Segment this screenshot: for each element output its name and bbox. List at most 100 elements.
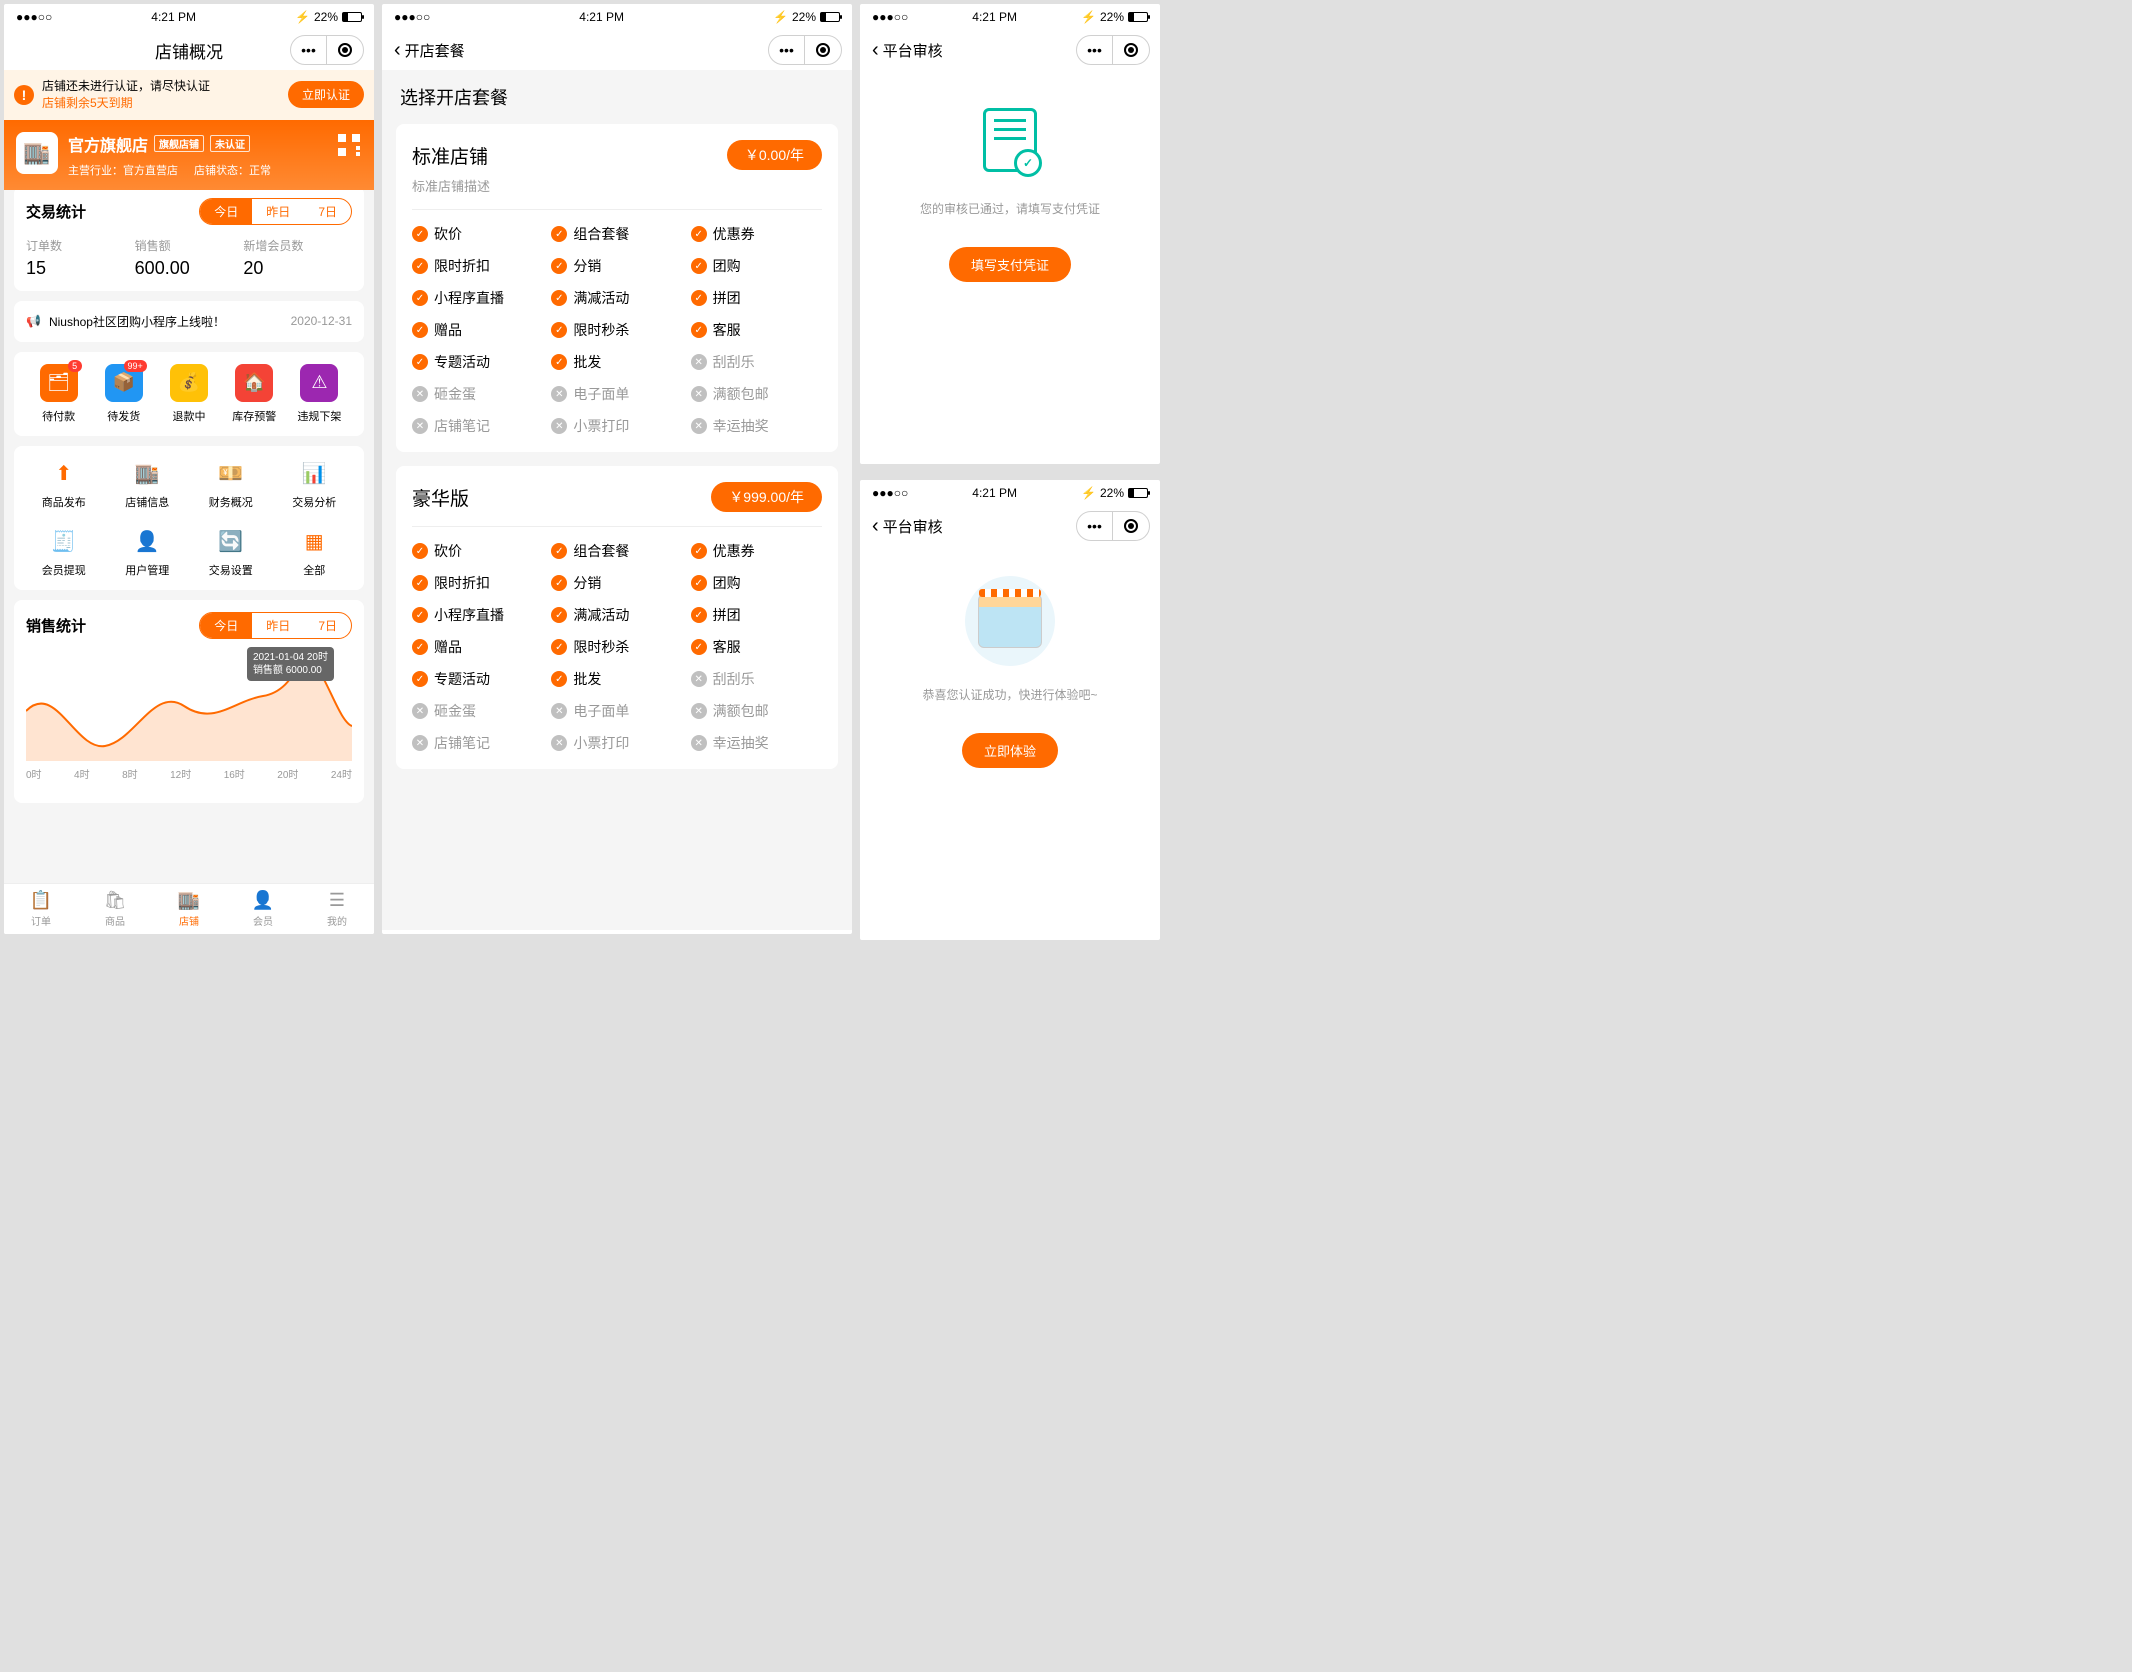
signal-icon: ●●●○○ [16, 10, 52, 24]
feature-item: ✓团购 [691, 573, 822, 593]
chart-period-segment[interactable]: 今日 昨日 7日 [199, 612, 352, 639]
tab-store[interactable]: 🏬店铺 [152, 884, 226, 934]
quick-label: 违规下架 [287, 408, 352, 424]
quick-item-pending-pay[interactable]: 🗂5待付款 [26, 364, 91, 424]
feature-item: ✕满额包邮 [691, 701, 822, 721]
menu-item-user-mgmt[interactable]: 👤用户管理 [110, 526, 186, 578]
close-icon[interactable] [1113, 36, 1149, 64]
feature-name: 刮刮乐 [713, 352, 755, 372]
check-icon: ✓ [551, 543, 567, 559]
mini-program-capsule[interactable]: ••• [768, 35, 842, 65]
violation-icon: ⚠ [300, 364, 338, 402]
check-icon: ✓ [691, 226, 707, 242]
feature-item: ✓ 赠品 [412, 320, 543, 340]
feature-name: 赠品 [434, 637, 462, 657]
success-message: 恭喜您认证成功，快进行体验吧~ [922, 686, 1097, 703]
feature-item: ✕砸金蛋 [412, 384, 543, 404]
check-icon: ✓ [551, 354, 567, 370]
tab-order[interactable]: 📋订单 [4, 884, 78, 934]
menu-item-withdraw[interactable]: 🧾会员提现 [26, 526, 102, 578]
alert-subtext: 店铺剩余5天到期 [42, 95, 280, 112]
menu-item-finance[interactable]: 💴财务概况 [193, 458, 269, 510]
more-icon[interactable]: ••• [1077, 512, 1113, 540]
more-icon[interactable]: ••• [291, 36, 327, 64]
battery-icon [342, 12, 362, 22]
battery-pct: 22% [792, 10, 816, 24]
seg-7day[interactable]: 7日 [304, 613, 351, 638]
more-icon[interactable]: ••• [769, 36, 805, 64]
quick-item-violation[interactable]: ⚠ 违规下架 [287, 364, 352, 424]
x-tick: 0时 [26, 766, 42, 781]
feature-item: ✓专题活动 [412, 352, 543, 372]
plan-card[interactable]: 豪华版￥999.00/年✓砍价✓组合套餐✓优惠券✓限时折扣✓分销✓团购✓小程序直… [396, 466, 838, 769]
me-icon: ☰ [300, 890, 374, 911]
cross-icon: ✕ [412, 386, 428, 402]
start-experience-button[interactable]: 立即体验 [962, 733, 1058, 768]
feature-name: 组合套餐 [573, 224, 629, 244]
plan-card[interactable]: 标准店铺￥0.00/年标准店铺描述✓砍价✓组合套餐✓优惠券✓限时折扣✓分销✓团购… [396, 124, 838, 452]
more-icon[interactable]: ••• [1077, 36, 1113, 64]
feature-name: 砍价 [434, 224, 462, 244]
feature-name: 限时秒杀 [573, 637, 629, 657]
menu-item-all[interactable]: ▦全部 [277, 526, 353, 578]
feature-item: ✕砸金蛋 [412, 701, 543, 721]
menu-item-trade-analysis[interactable]: 📊交易分析 [277, 458, 353, 510]
signal-icon: ●●●○○ [872, 486, 908, 500]
quick-item-stock-warn[interactable]: 🏠库存预警 [222, 364, 287, 424]
feature-name: 赠品 [434, 320, 462, 340]
feature-name: 组合套餐 [573, 541, 629, 561]
news-strip[interactable]: 📢 Niushop社区团购小程序上线啦！ 2020-12-31 [14, 301, 364, 342]
feature-item: ✕小票打印 [551, 733, 682, 753]
plan-price-badge: ￥0.00/年 [727, 140, 822, 170]
feature-name: 满额包邮 [713, 384, 769, 404]
bottom-tabbar[interactable]: 📋订单🛍商品🏬店铺👤会员☰我的 [4, 883, 374, 934]
check-icon: ✓ [412, 322, 428, 338]
seg-yesterday[interactable]: 昨日 [252, 613, 304, 638]
seg-7day[interactable]: 7日 [304, 199, 351, 224]
close-icon[interactable] [805, 36, 841, 64]
x-tick: 12时 [170, 766, 191, 781]
store-avatar: 🏬 [16, 132, 58, 174]
quick-item-pending-ship[interactable]: 📦99+待发货 [91, 364, 156, 424]
tab-goods[interactable]: 🛍商品 [78, 884, 152, 934]
quick-item-refunding[interactable]: 💰退款中 [156, 364, 221, 424]
back-button[interactable]: ‹开店套餐 [394, 39, 465, 62]
tab-label: 订单 [31, 917, 51, 928]
verify-now-button[interactable]: 立即认证 [288, 81, 364, 108]
cross-icon: ✕ [691, 354, 707, 370]
quick-label: 待发货 [91, 408, 156, 424]
cross-icon: ✕ [691, 671, 707, 687]
check-icon: ✓ [412, 671, 428, 687]
mini-program-capsule[interactable]: ••• [290, 35, 364, 65]
trade-stats-title: 交易统计 [26, 201, 86, 222]
period-segment[interactable]: 今日 昨日 7日 [199, 198, 352, 225]
menu-grid-card: ⬆商品发布🏬店铺信息💴财务概况📊交易分析 🧾会员提现👤用户管理🔄交易设置▦全部 [14, 446, 364, 590]
back-button[interactable]: ‹平台审核 [872, 515, 943, 538]
feature-item: ✕小票打印 [551, 416, 682, 436]
menu-item-publish[interactable]: ⬆商品发布 [26, 458, 102, 510]
tab-member[interactable]: 👤会员 [226, 884, 300, 934]
status-time: 4:21 PM [972, 486, 1017, 500]
mini-program-capsule[interactable]: ••• [1076, 511, 1150, 541]
seg-today[interactable]: 今日 [200, 613, 252, 638]
finance-icon: 💴 [215, 458, 247, 490]
seg-today[interactable]: 今日 [200, 199, 252, 224]
news-text: Niushop社区团购小程序上线啦！ [49, 313, 225, 330]
navbar: ‹开店套餐 ••• [382, 30, 852, 70]
tab-me[interactable]: ☰我的 [300, 884, 374, 934]
screen-audit-passed: ●●●○○ 4:21 PM ⚡22% ‹平台审核 ••• 您的审核已通过，请填写… [860, 4, 1160, 464]
fill-payment-button[interactable]: 填写支付凭证 [949, 247, 1071, 282]
check-icon: ✓ [691, 575, 707, 591]
qrcode-icon[interactable] [338, 134, 360, 156]
menu-item-trade-setting[interactable]: 🔄交易设置 [193, 526, 269, 578]
stat-value: 600.00 [135, 258, 244, 279]
menu-item-store-info[interactable]: 🏬店铺信息 [110, 458, 186, 510]
cross-icon: ✕ [691, 735, 707, 751]
close-icon[interactable] [1113, 512, 1149, 540]
feature-name: 刮刮乐 [713, 669, 755, 689]
mini-program-capsule[interactable]: ••• [1076, 35, 1150, 65]
close-icon[interactable] [327, 36, 363, 64]
back-button[interactable]: ‹平台审核 [872, 39, 943, 62]
pending-pay-icon: 🗂5 [40, 364, 78, 402]
seg-yesterday[interactable]: 昨日 [252, 199, 304, 224]
